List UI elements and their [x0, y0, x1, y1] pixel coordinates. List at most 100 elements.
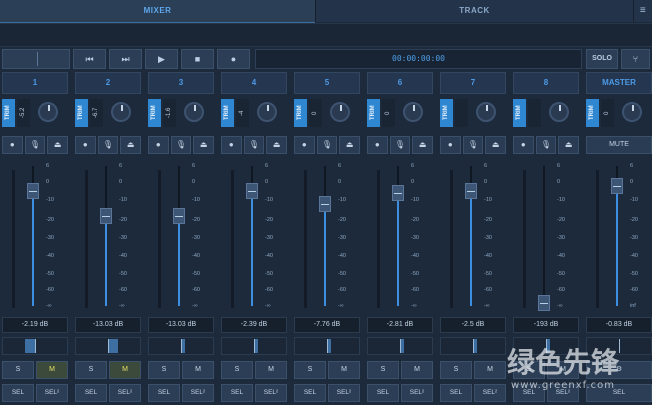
- solo-button[interactable]: S: [440, 361, 472, 379]
- pan-control[interactable]: [148, 337, 214, 355]
- tab-track[interactable]: TRACK: [315, 0, 634, 22]
- mic-icon[interactable]: 🎙: [462, 136, 484, 154]
- trim-value[interactable]: [528, 99, 541, 127]
- sel-button[interactable]: SEL: [440, 384, 472, 402]
- hat-icon[interactable]: ⏏: [558, 136, 580, 154]
- mute-button[interactable]: M: [109, 361, 141, 379]
- play-icon[interactable]: ▶: [145, 49, 178, 69]
- gain-readout[interactable]: -13.03 dB: [148, 317, 214, 333]
- solo-button[interactable]: S: [367, 361, 399, 379]
- fader-handle[interactable]: [538, 295, 550, 312]
- mute-button[interactable]: MUTE: [586, 136, 652, 154]
- trim-knob[interactable]: [330, 102, 350, 122]
- gain-readout[interactable]: -2.81 dB: [367, 317, 433, 333]
- channel-name[interactable]: 4: [221, 72, 287, 94]
- solo-button[interactable]: S: [294, 361, 326, 379]
- mic-icon[interactable]: 🎙: [24, 136, 46, 154]
- hat-icon[interactable]: ⏏: [485, 136, 507, 154]
- gain-readout[interactable]: -2.5 dB: [440, 317, 506, 333]
- phase-icon[interactable]: ●: [294, 136, 315, 154]
- pan-control[interactable]: [2, 337, 68, 355]
- phase-icon[interactable]: ●: [513, 136, 534, 154]
- sel2-button[interactable]: SEL²: [255, 384, 287, 402]
- solo-button[interactable]: S: [75, 361, 107, 379]
- channel-name[interactable]: 3: [148, 72, 214, 94]
- phase-icon[interactable]: ●: [440, 136, 461, 154]
- phase-icon[interactable]: ●: [75, 136, 96, 154]
- trim-knob[interactable]: [476, 102, 496, 122]
- gain-readout[interactable]: -13.03 dB: [75, 317, 141, 333]
- mute-button[interactable]: M: [328, 361, 360, 379]
- mute-button[interactable]: M: [182, 361, 214, 379]
- gain-readout[interactable]: -193 dB: [513, 317, 579, 333]
- channel-name[interactable]: 6: [367, 72, 433, 94]
- skip-back-icon[interactable]: ⏮: [73, 49, 106, 69]
- mic-icon[interactable]: 🎙: [316, 136, 338, 154]
- mic-icon[interactable]: 🎙: [243, 136, 265, 154]
- sel2-button[interactable]: SEL²: [328, 384, 360, 402]
- phase-icon[interactable]: ●: [221, 136, 242, 154]
- gain-readout[interactable]: -0.83 dB: [586, 317, 652, 333]
- tab-mixer[interactable]: MIXER: [0, 0, 316, 23]
- solo-button[interactable]: S: [221, 361, 253, 379]
- trim-knob[interactable]: [549, 102, 569, 122]
- tuning-fork-icon[interactable]: ⑂: [621, 49, 650, 69]
- mic-icon[interactable]: 🎙: [170, 136, 192, 154]
- sel-button[interactable]: SEL: [221, 384, 253, 402]
- sel2-button[interactable]: SEL²: [109, 384, 141, 402]
- record-icon[interactable]: ●: [217, 49, 250, 69]
- channel-name[interactable]: 2: [75, 72, 141, 94]
- solo-button[interactable]: SOLO: [586, 49, 618, 69]
- sel-button[interactable]: SEL: [75, 384, 107, 402]
- skip-forward-icon[interactable]: ⏭: [109, 49, 142, 69]
- sel-button[interactable]: SEL: [148, 384, 180, 402]
- fader-handle[interactable]: [100, 208, 112, 225]
- trim-value[interactable]: -5.2: [17, 99, 30, 127]
- trim-value[interactable]: 0: [601, 99, 614, 127]
- sel2-button[interactable]: SEL²: [182, 384, 214, 402]
- fader-handle[interactable]: [27, 183, 39, 200]
- hat-icon[interactable]: ⏏: [120, 136, 142, 154]
- sel2-button[interactable]: SEL²: [36, 384, 68, 402]
- sel-button[interactable]: SEL: [367, 384, 399, 402]
- sel2-button[interactable]: SEL²: [401, 384, 433, 402]
- hat-icon[interactable]: ⏏: [412, 136, 434, 154]
- trim-value[interactable]: [455, 99, 468, 127]
- pan-control[interactable]: [221, 337, 287, 355]
- pan-control[interactable]: [75, 337, 141, 355]
- pan-control[interactable]: [367, 337, 433, 355]
- trim-value[interactable]: 0: [309, 99, 322, 127]
- stop-icon[interactable]: ■: [181, 49, 214, 69]
- master-name[interactable]: MASTER: [586, 72, 652, 94]
- trim-knob[interactable]: [38, 102, 58, 122]
- channel-name[interactable]: 8: [513, 72, 579, 94]
- trim-value[interactable]: 0: [382, 99, 395, 127]
- hat-icon[interactable]: ⏏: [193, 136, 215, 154]
- sel-button[interactable]: SEL: [294, 384, 326, 402]
- trim-value[interactable]: -4: [236, 99, 249, 127]
- fader-handle[interactable]: [392, 184, 404, 201]
- trim-value[interactable]: -6.7: [90, 99, 103, 127]
- fader-handle[interactable]: [246, 183, 258, 200]
- phase-icon[interactable]: ●: [2, 136, 23, 154]
- trim-knob[interactable]: [403, 102, 423, 122]
- mic-icon[interactable]: 🎙: [389, 136, 411, 154]
- solo-button[interactable]: S: [148, 361, 180, 379]
- solo-button[interactable]: S: [2, 361, 34, 379]
- trim-value[interactable]: -1.6: [163, 99, 176, 127]
- fader-track[interactable]: [543, 166, 545, 306]
- mic-icon[interactable]: 🎙: [535, 136, 557, 154]
- sel-button[interactable]: SEL: [2, 384, 34, 402]
- phase-icon[interactable]: ●: [367, 136, 388, 154]
- fader-handle[interactable]: [465, 183, 477, 200]
- channel-name[interactable]: 1: [2, 72, 68, 94]
- gain-readout[interactable]: -7.76 dB: [294, 317, 360, 333]
- mic-icon[interactable]: 🎙: [97, 136, 119, 154]
- gain-readout[interactable]: -2.39 dB: [221, 317, 287, 333]
- trim-knob[interactable]: [184, 102, 204, 122]
- hamburger-menu-icon[interactable]: ≡: [633, 0, 652, 22]
- hat-icon[interactable]: ⏏: [266, 136, 288, 154]
- trim-knob[interactable]: [257, 102, 277, 122]
- hat-icon[interactable]: ⏏: [47, 136, 69, 154]
- phase-icon[interactable]: ●: [148, 136, 169, 154]
